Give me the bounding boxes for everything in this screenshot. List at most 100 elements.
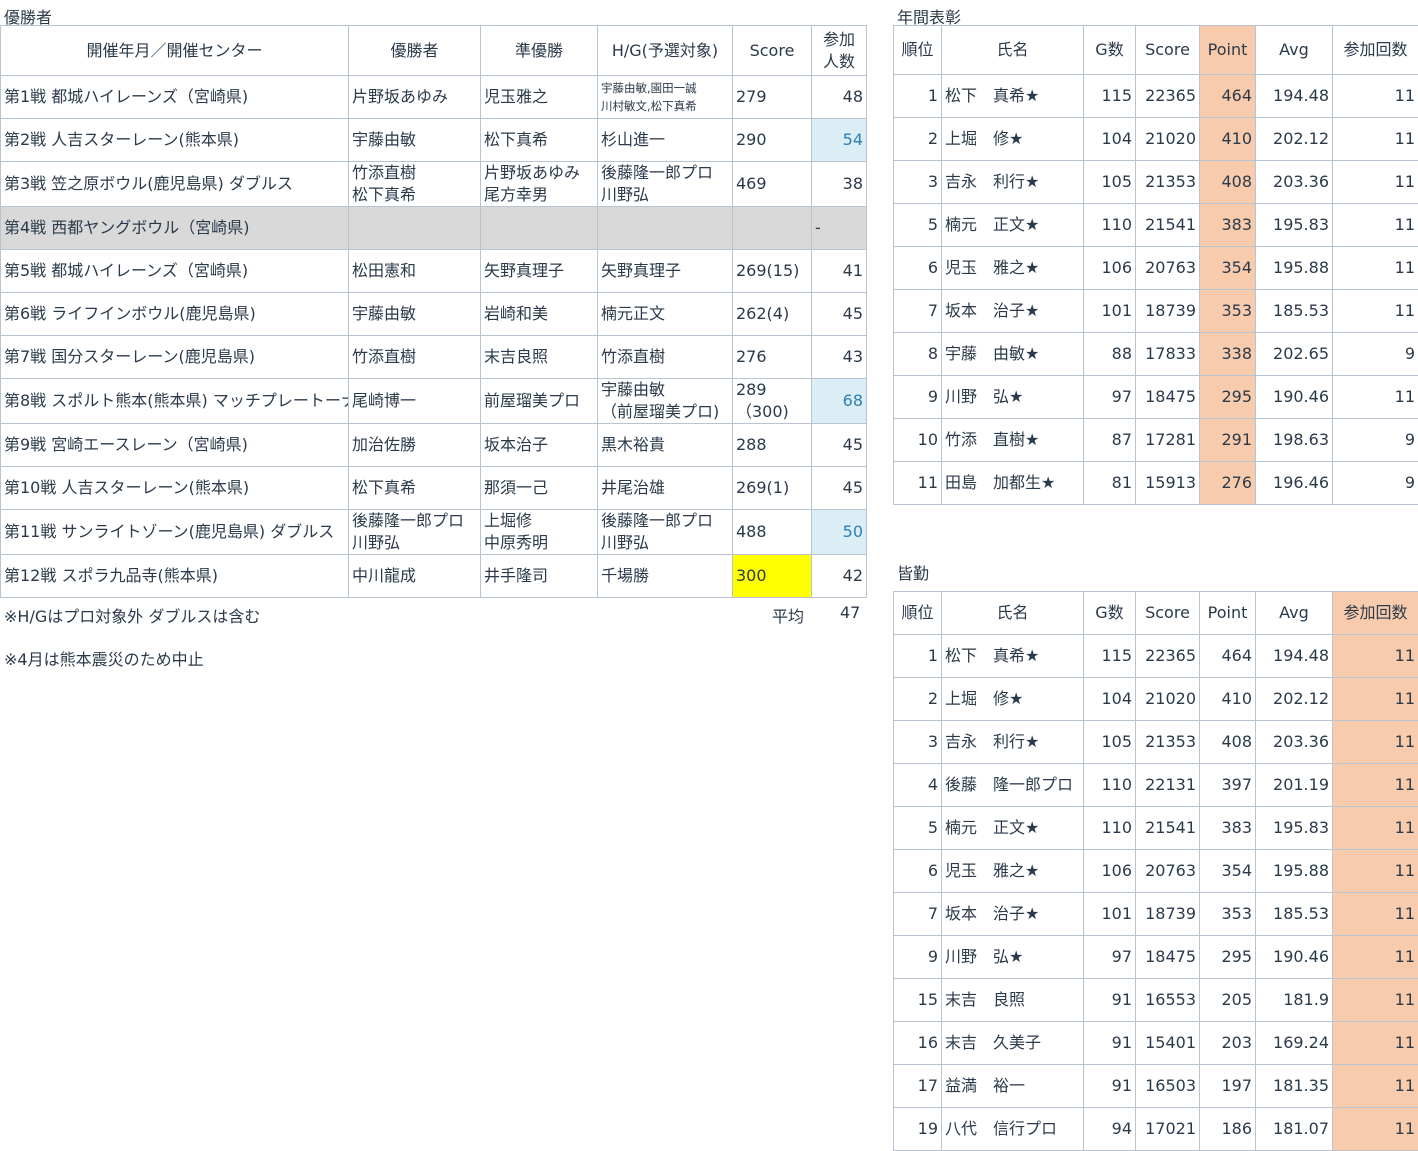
table-row: 6 児玉 雅之★ 106 20763 354 195.88 11: [893, 849, 1418, 893]
note-cancelled: ※4月は熊本震災のため中止: [4, 650, 204, 669]
point-cell: 410: [1199, 677, 1256, 721]
winner-cell: [348, 206, 481, 250]
point-cell: 410: [1199, 117, 1256, 161]
annual-table: 順位 氏名 G数 Score Point Avg 参加回数 1 松下 真希★ 115…: [893, 25, 1418, 505]
rank-cell: 4: [893, 763, 942, 807]
header-score: Score: [1135, 591, 1200, 635]
name-cell: 川野 弘★: [941, 375, 1084, 419]
point-cell: 203: [1199, 1021, 1256, 1065]
table-row: 11 田島 加都生★ 81 15913 276 196.46 9: [893, 461, 1418, 505]
count-cell: 11: [1332, 1107, 1418, 1151]
point-cell: 383: [1199, 203, 1256, 247]
score-cell: 15913: [1135, 461, 1200, 505]
winner-cell: 松下真希: [348, 466, 481, 510]
hg-cell: 後藤隆一郎プロ 川野弘: [597, 161, 733, 207]
table-row: 第2戦 人吉スターレーン(熊本県) 宇藤由敏 松下真希 杉山進一 290 54: [0, 118, 867, 162]
table-row: 8 宇藤 由敏★ 88 17833 338 202.65 9: [893, 332, 1418, 376]
name-cell: 坂本 治子★: [941, 892, 1084, 936]
table-row: 1 松下 真希★ 115 22365 464 194.48 11: [893, 634, 1418, 678]
table-row: 2 上堀 修★ 104 21020 410 202.12 11: [893, 117, 1418, 161]
name-cell: 児玉 雅之★: [941, 246, 1084, 290]
average-value: 47: [840, 603, 861, 622]
table-row: 7 坂本 治子★ 101 18739 353 185.53 11: [893, 892, 1418, 936]
table-row: 5 楠元 正文★ 110 21541 383 195.83 11: [893, 806, 1418, 850]
runner-up-line1: 上堀修: [484, 511, 533, 530]
hg-line2: 川野弘: [601, 185, 650, 204]
games-cell: 81: [1083, 461, 1136, 505]
avg-cell: 169.24: [1255, 1021, 1333, 1065]
winner-line1: 竹添直樹: [352, 163, 417, 182]
name-cell: 末吉 久美子: [941, 1021, 1084, 1065]
hg-cell: 竹添直樹: [597, 335, 733, 379]
count-cell: 11: [1332, 1064, 1418, 1108]
runner-up-cell: 前屋瑠美プロ: [480, 378, 598, 424]
winner-line1: 後藤隆一郎プロ: [352, 511, 465, 530]
score-cell: 288: [732, 423, 812, 467]
rank-cell: 9: [893, 935, 942, 979]
participants-cell: 43: [811, 335, 867, 379]
avg-cell: 185.53: [1255, 892, 1333, 936]
avg-cell: 202.65: [1255, 332, 1333, 376]
score-cell: 17281: [1135, 418, 1200, 462]
point-cell: 408: [1199, 720, 1256, 764]
rank-cell: 9: [893, 375, 942, 419]
score-cell: 289 （300): [732, 378, 812, 424]
table-row: 第10戦 人吉スターレーン(熊本県) 松下真希 那須一己 井尾治雄 269(1)…: [0, 466, 867, 510]
count-cell: 9: [1332, 332, 1418, 376]
avg-cell: 196.46: [1255, 461, 1333, 505]
point-cell: 197: [1199, 1064, 1256, 1108]
table-row: 15 末吉 良照 91 16553 205 181.9 11: [893, 978, 1418, 1022]
rank-cell: 8: [893, 332, 942, 376]
score-cell: 16503: [1135, 1064, 1200, 1108]
count-cell: 11: [1332, 935, 1418, 979]
point-cell: 338: [1199, 332, 1256, 376]
count-cell: 9: [1332, 418, 1418, 462]
header-venue: 開催年月／開催センター: [0, 25, 349, 76]
games-cell: 88: [1083, 332, 1136, 376]
runner-up-cell: [480, 206, 598, 250]
header-participants: 参加 人数: [811, 25, 867, 76]
table-row: 第11戦 サンライトゾーン(鹿児島県) ダブルス 後藤隆一郎プロ 川野弘 上堀修…: [0, 509, 867, 555]
count-cell: 11: [1332, 677, 1418, 721]
venue-cell: 第8戦 スポルト熊本(熊本県) マッチプレートーナメ: [0, 378, 349, 424]
participants-cell: 45: [811, 423, 867, 467]
rank-cell: 17: [893, 1064, 942, 1108]
games-cell: 91: [1083, 1021, 1136, 1065]
table-row: 3 吉永 利行★ 105 21353 408 203.36 11: [893, 160, 1418, 204]
avg-cell: 194.48: [1255, 74, 1333, 118]
rank-cell: 15: [893, 978, 942, 1022]
venue-cell: 第3戦 笠之原ボウル(鹿児島県) ダブルス: [0, 161, 349, 207]
count-cell: 11: [1332, 160, 1418, 204]
winner-cell: 宇藤由敏: [348, 292, 481, 336]
score-cell: 22131: [1135, 763, 1200, 807]
name-cell: 松下 真希★: [941, 74, 1084, 118]
count-cell: 11: [1332, 246, 1418, 290]
games-cell: 106: [1083, 246, 1136, 290]
hg-cell: 宇藤由敏 （前屋瑠美プロ): [597, 378, 733, 424]
score-cell: [732, 206, 812, 250]
rank-cell: 6: [893, 246, 942, 290]
table-row: 7 坂本 治子★ 101 18739 353 185.53 11: [893, 289, 1418, 333]
games-cell: 87: [1083, 418, 1136, 462]
name-cell: 上堀 修★: [941, 117, 1084, 161]
games-cell: 106: [1083, 849, 1136, 893]
point-cell: 383: [1199, 806, 1256, 850]
participants-cell: 38: [811, 161, 867, 207]
name-cell: 八代 信行プロ: [941, 1107, 1084, 1151]
header-hg: H/G(予選対象): [597, 25, 733, 76]
runner-up-line1: 片野坂あゆみ: [484, 163, 581, 182]
header-point: Point: [1199, 591, 1256, 635]
count-cell: 11: [1332, 1021, 1418, 1065]
header-games: G数: [1083, 591, 1136, 635]
count-cell: 11: [1332, 720, 1418, 764]
table-row: 17 益満 裕一 91 16503 197 181.35 11: [893, 1064, 1418, 1108]
header-rank: 順位: [893, 591, 942, 635]
hg-line1: 宇藤由敏,園田一誠: [601, 81, 697, 95]
winner-cell: 片野坂あゆみ: [348, 75, 481, 119]
runner-up-cell: 児玉雅之: [480, 75, 598, 119]
avg-cell: 185.53: [1255, 289, 1333, 333]
hg-cell: 楠元正文: [597, 292, 733, 336]
score-cell: 17833: [1135, 332, 1200, 376]
count-cell: 11: [1332, 849, 1418, 893]
rank-cell: 11: [893, 461, 942, 505]
